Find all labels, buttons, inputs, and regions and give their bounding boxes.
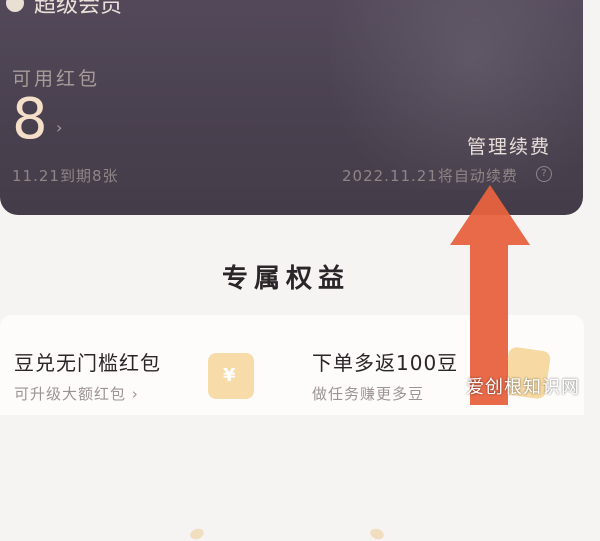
sparkle-icon [188,526,206,541]
watermark: 爱创根知识网 [466,377,580,398]
sparkle-icon [368,526,386,541]
arrow-shape [450,185,530,405]
annotation-arrow [450,185,530,405]
